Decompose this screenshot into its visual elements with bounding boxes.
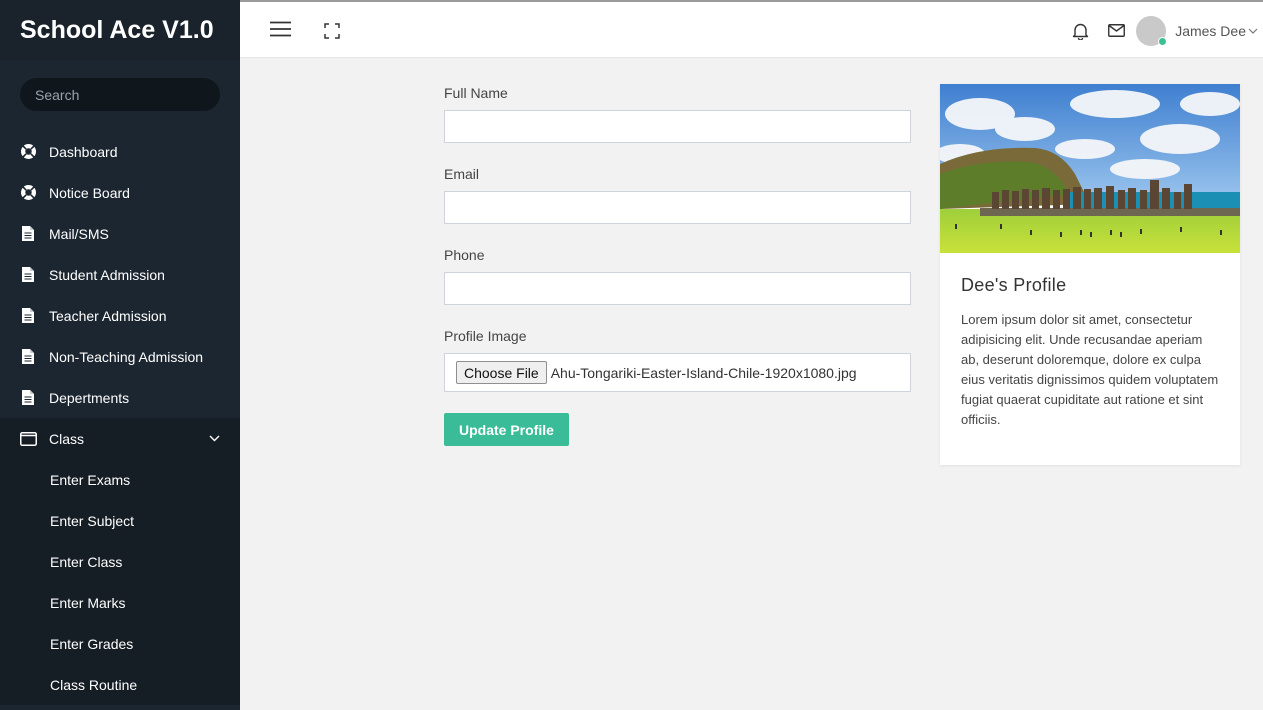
chevron-down-icon <box>1248 28 1258 34</box>
lifebuoy-icon <box>19 184 37 202</box>
document-icon <box>19 225 37 243</box>
full-name-label: Full Name <box>444 85 508 101</box>
profile-image-label: Profile Image <box>444 328 527 344</box>
sidebar-item-label: Student Admission <box>49 266 165 283</box>
document-icon <box>19 307 37 325</box>
submenu-item-enter-subject[interactable]: Enter Subject <box>0 500 240 541</box>
user-menu[interactable]: James Dee <box>1136 15 1263 47</box>
sidebar-item-teacher-admission[interactable]: Teacher Admission <box>0 295 240 336</box>
sidebar-search <box>0 60 240 111</box>
top-bar: James Dee <box>240 0 1263 58</box>
online-status-dot <box>1158 37 1168 46</box>
profile-image-field: Profile Image Choose File Ahu-Tongariki-… <box>444 327 911 392</box>
profile-card-body: Dee's Profile Lorem ipsum dolor sit amet… <box>940 253 1240 452</box>
sidebar-item-non-teaching-admission[interactable]: Non-Teaching Admission <box>0 336 240 377</box>
profile-card-title: Dee's Profile <box>961 275 1067 295</box>
document-icon <box>19 348 37 366</box>
sidebar-item-label: Notice Board <box>49 184 130 201</box>
phone-input[interactable] <box>444 272 911 305</box>
sidebar-menu: Dashboard Notice Board Mail/SMS Student … <box>0 131 240 705</box>
choose-file-button[interactable]: Choose File <box>456 361 547 384</box>
mail-icon[interactable] <box>1108 24 1125 37</box>
submenu-item-enter-exams[interactable]: Enter Exams <box>0 459 240 500</box>
document-icon <box>19 389 37 407</box>
sidebar-item-label: Teacher Admission <box>49 307 167 324</box>
sidebar-item-label: Class <box>49 430 85 447</box>
phone-label: Phone <box>444 247 485 263</box>
hamburger-menu-icon[interactable] <box>270 21 291 37</box>
full-name-input[interactable] <box>444 110 911 143</box>
phone-field: Phone <box>444 246 911 305</box>
window-icon <box>19 430 37 448</box>
avatar <box>1136 16 1168 46</box>
chevron-down-icon <box>209 435 220 442</box>
profile-card-text: Lorem ipsum dolor sit amet, consectetur … <box>961 312 1219 427</box>
submenu-item-enter-marks[interactable]: Enter Marks <box>0 582 240 623</box>
profile-form: Full Name Email Phone Profile Image Choo… <box>444 84 911 446</box>
sidebar-item-mail-sms[interactable]: Mail/SMS <box>0 213 240 254</box>
email-label: Email <box>444 166 480 182</box>
app-title: School Ace V1.0 <box>0 0 240 60</box>
sidebar-item-class[interactable]: Class <box>0 418 240 459</box>
update-profile-button[interactable]: Update Profile <box>444 413 569 446</box>
selected-file-name: Ahu-Tongariki-Easter-Island-Chile-1920x1… <box>550 364 857 381</box>
submenu-item-class-routine[interactable]: Class Routine <box>0 664 240 705</box>
sidebar-item-label: Dashboard <box>49 143 118 160</box>
email-field: Email <box>444 165 911 224</box>
sidebar-item-student-admission[interactable]: Student Admission <box>0 254 240 295</box>
sidebar-item-departments[interactable]: Depertments <box>0 377 240 418</box>
file-input: Choose File Ahu-Tongariki-Easter-Island-… <box>444 353 911 392</box>
fullscreen-icon[interactable] <box>324 23 340 39</box>
bell-icon[interactable] <box>1072 22 1089 40</box>
email-input[interactable] <box>444 191 911 224</box>
search-input[interactable] <box>20 78 220 111</box>
document-icon <box>19 266 37 284</box>
full-name-field: Full Name <box>444 84 911 143</box>
submenu-item-enter-class[interactable]: Enter Class <box>0 541 240 582</box>
sidebar-item-dashboard[interactable]: Dashboard <box>0 131 240 172</box>
profile-card: Dee's Profile Lorem ipsum dolor sit amet… <box>940 84 1240 465</box>
sidebar: School Ace V1.0 Dashboard Notice Board M… <box>0 0 240 710</box>
lifebuoy-icon <box>19 143 37 161</box>
submenu-item-enter-grades[interactable]: Enter Grades <box>0 623 240 664</box>
profile-card-image <box>940 84 1240 253</box>
sidebar-item-label: Depertments <box>49 389 130 406</box>
user-name: James Dee <box>1175 23 1246 39</box>
class-submenu: Enter Exams Enter Subject Enter Class En… <box>0 459 240 705</box>
sidebar-item-notice-board[interactable]: Notice Board <box>0 172 240 213</box>
sidebar-item-label: Non-Teaching Admission <box>49 348 204 365</box>
sidebar-item-label: Mail/SMS <box>49 225 109 242</box>
